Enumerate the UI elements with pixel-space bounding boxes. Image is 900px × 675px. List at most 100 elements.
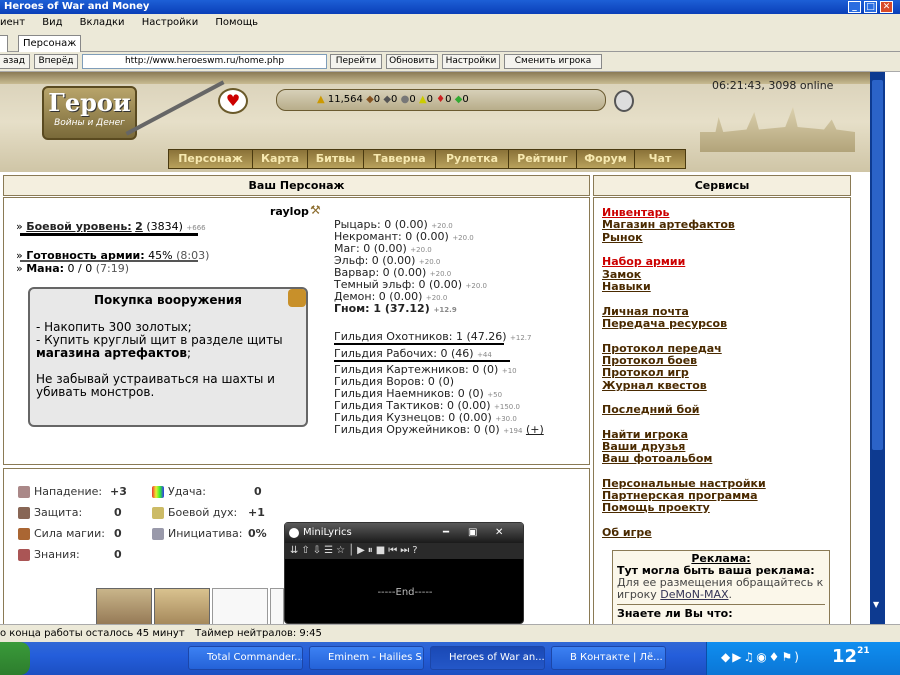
link-market[interactable]: Рынок <box>602 231 643 244</box>
main-navigation: Персонаж Карта Битвы Таверна Рулетка Рей… <box>168 149 686 169</box>
tab-character[interactable]: Персонаж <box>18 35 82 52</box>
wood-icon: ◆ <box>366 94 374 105</box>
morale-value: +1 <box>248 506 265 519</box>
nav-character[interactable]: Персонаж <box>169 150 253 168</box>
minimize-button[interactable]: _ <box>848 1 861 13</box>
hourglass-icon <box>152 528 164 540</box>
link-artifact-shop[interactable]: Магазин артефактов <box>602 218 735 231</box>
link-transfer[interactable]: Передача ресурсов <box>602 317 727 330</box>
potion-icon[interactable] <box>614 90 634 112</box>
system-tray: ◆▶♫◉♦⚑) <box>706 642 900 675</box>
tab-row: Персонаж <box>0 32 900 52</box>
link-game-log[interactable]: Протокол игр <box>602 366 689 379</box>
combat-level-link[interactable]: Боевой уровень: <box>26 220 131 233</box>
did-you-know-title: Знаете ли Вы что: <box>617 604 825 620</box>
nav-rating[interactable]: Рейтинг <box>509 150 577 168</box>
minilyrics-toolbar[interactable]: ⇊⇧⇩☰☆│▶⏸■⏮⏭? <box>285 543 523 559</box>
change-player-button[interactable]: Сменить игрока <box>504 54 602 69</box>
wand-icon <box>18 528 30 540</box>
tray-icons[interactable]: ◆▶♫◉♦⚑) <box>721 650 801 664</box>
initiative-stat: Инициатива: <box>152 527 242 540</box>
attack-stat: Нападение: <box>18 485 102 498</box>
guild-hunters-bar <box>334 343 504 345</box>
back-button[interactable]: азад <box>0 54 30 69</box>
quest-line: убивать монстров. <box>36 385 155 399</box>
link-skills[interactable]: Навыки <box>602 280 651 293</box>
nav-battles[interactable]: Битвы <box>308 150 364 168</box>
defense-value: 0 <box>114 506 122 519</box>
menu-tabs[interactable]: Вкладки <box>80 17 125 28</box>
maximize-button[interactable]: □ <box>864 1 877 13</box>
luck-stat: Удача: <box>152 485 206 498</box>
nav-forum[interactable]: Форум <box>577 150 635 168</box>
lyrics-end-text: -----End----- <box>377 587 433 598</box>
menu-bar: иент Вид Вкладки Настройки Помощь <box>0 14 900 32</box>
taskbar-heroes[interactable]: Heroes of War an... <box>430 646 545 670</box>
gold-value: 11,564 <box>327 94 363 105</box>
link-about-game[interactable]: Об игре <box>602 526 652 539</box>
nav-roulette[interactable]: Рулетка <box>436 150 509 168</box>
quest-note: Покупка вооружения - Накопить 300 золоты… <box>28 287 308 427</box>
scroll-down-icon[interactable]: ▼ <box>873 600 882 609</box>
nav-map[interactable]: Карта <box>253 150 308 168</box>
nav-chat[interactable]: Чат <box>635 150 685 168</box>
start-button[interactable] <box>0 642 30 675</box>
knowledge-stat: Знания: <box>18 548 80 561</box>
settings-button[interactable]: Настройки <box>442 54 500 69</box>
guild-expand-link[interactable]: (+) <box>526 423 544 436</box>
shield-icon <box>18 507 30 519</box>
pickaxe-icon: ⚒ <box>310 203 321 217</box>
menu-client[interactable]: иент <box>0 17 25 28</box>
quest-note-title: Покупка вооружения <box>94 293 242 307</box>
work-time-left: о конца работы осталось 45 минут <box>0 628 185 639</box>
nav-tavern[interactable]: Таверна <box>364 150 436 168</box>
defense-stat: Защита: <box>18 506 82 519</box>
wings-icon <box>152 507 164 519</box>
go-button[interactable]: Перейти <box>330 54 382 69</box>
close-icon[interactable]: ✕ <box>495 523 503 543</box>
castle-decoration <box>700 107 855 152</box>
url-field[interactable]: http://www.heroeswm.ru/home.php <box>82 54 327 69</box>
link-photo-album[interactable]: Ваш фотоальбом <box>602 452 712 465</box>
crystal-icon: ♦ <box>436 94 446 105</box>
link-army-recruit[interactable]: Набор армии <box>602 255 685 268</box>
navigation-bar: азад Вперёд http://www.heroeswm.ru/home.… <box>0 52 900 72</box>
quest-line-bold: магазина артефактов <box>36 346 187 360</box>
link-help-project[interactable]: Помощь проекту <box>602 501 710 514</box>
minimize-icon[interactable]: ━ <box>443 523 449 543</box>
game-logo[interactable]: Герои Войны и Денег <box>42 86 137 140</box>
guild-workers-bar <box>334 360 510 362</box>
menu-settings[interactable]: Настройки <box>142 17 198 28</box>
menu-view[interactable]: Вид <box>42 17 62 28</box>
ore-icon: ◆ <box>383 94 392 105</box>
taskbar-music-player[interactable]: Eminem - Hailies S... <box>309 646 424 670</box>
clock[interactable]: 1221 <box>832 646 870 667</box>
rainbow-icon <box>152 486 164 498</box>
ad-contact-link[interactable]: DeMoN-MAX <box>660 588 728 601</box>
refresh-button[interactable]: Обновить <box>386 54 438 69</box>
book-icon <box>18 549 30 561</box>
faction-dwarf: Гном: 1 (37.12) +12.9 <box>334 302 457 315</box>
tab-prev[interactable] <box>0 35 8 52</box>
minilyrics-logo-icon <box>289 528 299 538</box>
character-name[interactable]: raylop <box>270 205 309 218</box>
scrollbar-thumb[interactable] <box>872 80 883 450</box>
mana-status: » Мана: 0 / 0 (7:19) <box>16 262 130 275</box>
knowledge-value: 0 <box>114 548 122 561</box>
page-scrollbar[interactable]: ▼ <box>870 72 885 644</box>
title-bar: Heroes of War and Money _ □ ✕ <box>0 0 900 14</box>
close-button[interactable]: ✕ <box>880 1 893 13</box>
taskbar-vkontakte[interactable]: В Контакте | Лё... <box>551 646 666 670</box>
initiative-value: 0% <box>248 527 267 540</box>
link-last-battle[interactable]: Последний бой <box>602 403 699 416</box>
restore-icon[interactable]: ▣ <box>468 523 477 543</box>
taskbar-total-commander[interactable]: Total Commander... <box>188 646 303 670</box>
game-banner: Герои Войны и Денег ♥ ▲ 11,564 ◆0 ◆0 ●0 … <box>0 72 870 172</box>
server-clock: 06:21:43, 3098 online <box>712 79 834 92</box>
speaker-icon[interactable] <box>288 289 306 307</box>
spellpower-value: 0 <box>114 527 122 540</box>
forward-button[interactable]: Вперёд <box>34 54 78 69</box>
sword-decoration <box>125 80 225 136</box>
link-quest-journal[interactable]: Журнал квестов <box>602 379 707 392</box>
menu-help[interactable]: Помощь <box>215 17 258 28</box>
